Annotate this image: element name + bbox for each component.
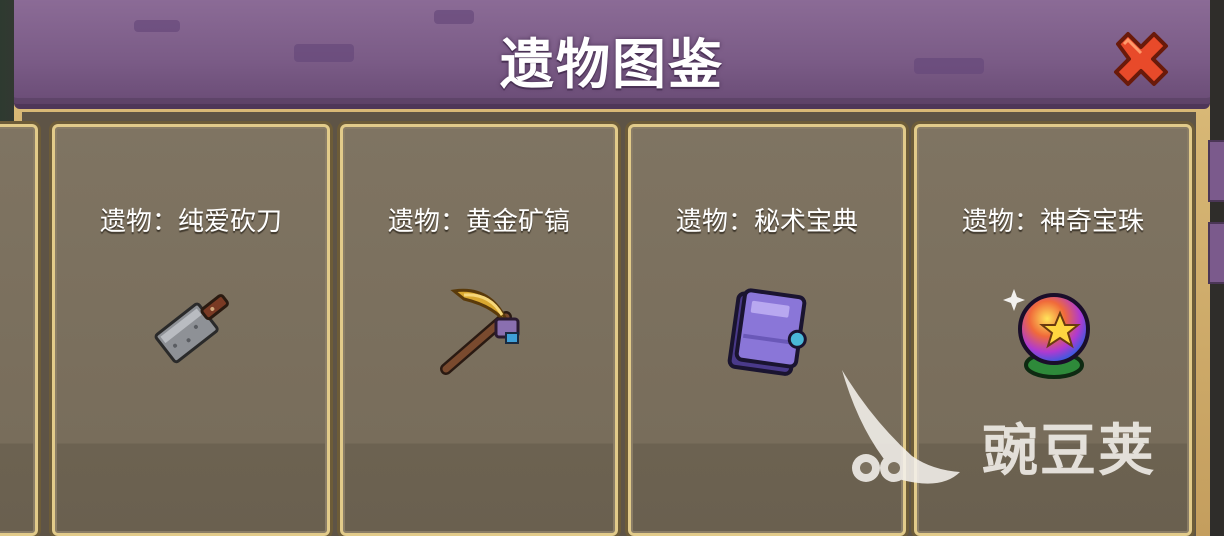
relic-card[interactable]: 遗物：黄金矿镐 (340, 124, 618, 536)
cleaver-icon (154, 294, 229, 364)
relic-name: 遗物：黄金矿镐 (387, 207, 570, 237)
page-title: 遗物图鉴 (500, 33, 724, 96)
relic-name: 遗物：神奇宝珠 (961, 207, 1144, 237)
watermark-text: 豌豆荚 (982, 419, 1156, 484)
side-tab-lower[interactable] (1208, 222, 1224, 284)
spellbook-icon (727, 288, 807, 376)
watermark: 豌豆荚 (832, 360, 1192, 500)
header-bar: 遗物图鉴 (14, 0, 1210, 109)
side-tab-upper[interactable] (1208, 140, 1224, 202)
relic-card-partial[interactable] (0, 124, 38, 536)
pickaxe-icon (440, 288, 520, 375)
relic-card[interactable]: 遗物：纯爱砍刀 (52, 124, 330, 536)
relic-name: 遗物：秘术宝典 (675, 207, 858, 237)
relic-name: 遗物：纯爱砍刀 (99, 207, 282, 237)
close-x-icon[interactable] (1108, 28, 1174, 94)
wandoujia-logo-icon (842, 370, 960, 484)
